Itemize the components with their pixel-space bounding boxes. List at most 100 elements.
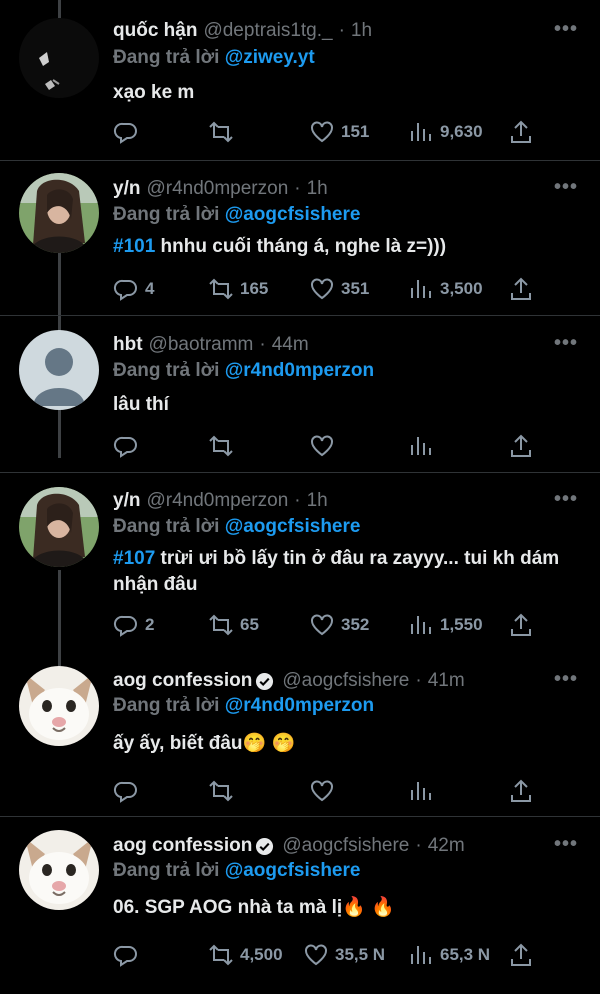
reply-button[interactable] [113,940,145,970]
share-button[interactable] [508,776,534,806]
more-icon[interactable]: ••• [554,18,578,41]
display-name[interactable]: y/n [113,178,140,200]
share-button[interactable] [508,117,534,147]
share-icon [511,943,531,966]
like-button[interactable] [309,776,341,806]
timestamp[interactable]: 42m [428,835,465,857]
timestamp[interactable]: 41m [428,670,465,692]
views-button[interactable]: 3,500 [408,274,483,304]
avatar[interactable] [19,830,99,910]
reply-button[interactable]: 4 [113,274,154,304]
mention-link[interactable]: @aogcfsishere [225,860,361,881]
action-bar [113,431,543,461]
tweet[interactable]: quốc hận @deptrais1tg._ · 1h ••• Đang tr… [0,0,600,160]
more-icon[interactable]: ••• [554,833,578,856]
share-button[interactable] [508,610,534,640]
mention-link[interactable]: @ziwey.yt [225,47,315,68]
tweet[interactable]: aog confession @aogcfsishere · 42m ••• Đ… [0,817,600,994]
display-name[interactable]: hbt [113,334,143,356]
reply-button[interactable] [113,117,145,147]
like-button[interactable]: 351 [309,274,369,304]
avatar[interactable] [19,666,99,746]
tweet[interactable]: hbt @baotramm · 44m ••• Đang trả lời @r4… [0,316,600,472]
more-icon[interactable]: ••• [554,668,578,691]
views-icon [411,782,431,800]
avatar[interactable] [19,18,99,98]
reply-button[interactable] [113,431,145,461]
hashtag-link[interactable]: #107 [113,548,155,569]
mention-link[interactable]: @aogcfsishere [225,204,361,225]
views-count: 65,3 N [440,945,491,964]
replying-to: Đang trả lời @r4nd0mperzon [113,360,374,382]
avatar[interactable] [19,173,99,253]
username[interactable]: @r4nd0mperzon [146,178,288,200]
share-button[interactable] [508,431,534,461]
like-button[interactable] [309,431,341,461]
like-count: 352 [341,615,370,634]
share-button[interactable] [508,940,534,970]
more-icon[interactable]: ••• [554,488,578,511]
heart-icon [305,944,327,966]
views-button[interactable] [408,776,440,806]
replying-to-label: Đang trả lời [113,204,220,225]
share-button[interactable] [508,274,534,304]
hashtag-link[interactable]: #101 [113,236,155,257]
tweet-text: ấy ấy, biết đâu🤭 🤭 [113,731,583,757]
tweet[interactable]: y/n @r4nd0mperzon · 1h ••• Đang trả lời … [0,161,600,315]
mention-link[interactable]: @aogcfsishere [225,516,361,537]
action-bar [113,776,543,806]
reply-button[interactable] [113,776,145,806]
action-bar: 151 9,630 [113,117,543,147]
retweet-count: 65 [240,615,259,634]
like-button[interactable]: 151 [309,117,369,147]
heart-icon [311,121,333,143]
retweet-button[interactable]: 4,500 [208,940,283,970]
heart-icon [311,435,333,457]
mention-link[interactable]: @r4nd0mperzon [225,360,374,381]
views-button[interactable] [408,431,440,461]
retweet-button[interactable]: 65 [208,610,259,640]
share-icon [511,434,531,457]
heart-icon [311,614,333,636]
retweet-button[interactable]: 165 [208,274,268,304]
avatar[interactable] [19,487,99,567]
views-button[interactable]: 65,3 N [408,940,490,970]
separator-dot: · [294,178,301,199]
share-icon [511,613,531,636]
more-icon[interactable]: ••• [554,176,578,199]
username[interactable]: @r4nd0mperzon [146,490,288,512]
like-button[interactable]: 35,5 N [303,940,385,970]
views-button[interactable]: 9,630 [408,117,483,147]
reply-button[interactable]: 2 [113,610,154,640]
username[interactable]: @aogcfsishere [282,670,409,692]
display-name[interactable]: y/n [113,490,140,512]
more-icon[interactable]: ••• [554,332,578,355]
timestamp[interactable]: 1h [307,490,328,512]
timestamp[interactable]: 1h [351,20,372,42]
username[interactable]: @deptrais1tg._ [203,20,332,42]
share-icon [511,277,531,300]
display-name[interactable]: quốc hận [113,20,197,42]
reply-icon [113,781,137,803]
replying-to-label: Đang trả lời [113,860,220,881]
username[interactable]: @baotramm [149,334,254,356]
separator-dot: · [294,490,301,511]
timestamp[interactable]: 44m [272,334,309,356]
replying-to-label: Đang trả lời [113,695,220,716]
like-button[interactable]: 352 [309,610,369,640]
timestamp[interactable]: 1h [307,178,328,200]
tweet[interactable]: y/n @r4nd0mperzon · 1h ••• Đang trả lời … [0,473,600,653]
separator-dot: · [338,20,345,41]
mention-link[interactable]: @r4nd0mperzon [225,695,374,716]
avatar[interactable] [19,330,99,410]
views-button[interactable]: 1,550 [408,610,483,640]
display-name[interactable]: aog confession [113,670,252,692]
views-icon [411,280,431,298]
share-icon [511,779,531,802]
retweet-button[interactable] [208,776,240,806]
retweet-button[interactable] [208,431,240,461]
display-name[interactable]: aog confession [113,835,252,857]
tweet[interactable]: aog confession @aogcfsishere · 41m ••• Đ… [0,653,600,816]
retweet-button[interactable] [208,117,240,147]
username[interactable]: @aogcfsishere [282,835,409,857]
